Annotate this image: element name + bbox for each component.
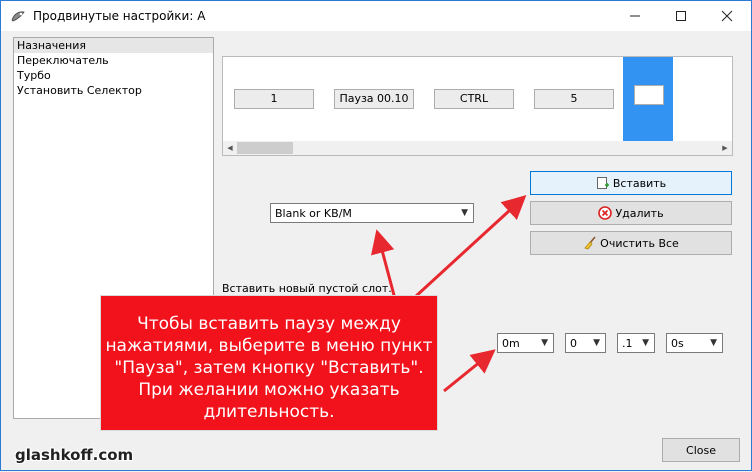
- callout-line: Чтобы вставить паузу между: [137, 314, 401, 334]
- dialog-window: Продвинутые настройки: A Назначения Пере…: [0, 0, 752, 471]
- callout-line: "Пауза", затем кнопку "Вставить".: [114, 358, 424, 378]
- callout-line: нажатиями, выберите в меню пункт: [105, 336, 433, 356]
- close-button-label: Close: [686, 443, 716, 457]
- instruction-callout: Чтобы вставить паузу между нажатиями, вы…: [100, 295, 438, 431]
- arrow-to-insert-button: [413, 194, 527, 299]
- callout-line: длительность.: [203, 402, 335, 422]
- site-watermark: glashkoff.com: [15, 446, 134, 464]
- close-button[interactable]: Close: [662, 438, 740, 462]
- arrow-to-type-select: [371, 229, 397, 300]
- callout-line: При желании можно указать: [138, 380, 400, 400]
- arrow-to-pause-fields: [443, 349, 496, 393]
